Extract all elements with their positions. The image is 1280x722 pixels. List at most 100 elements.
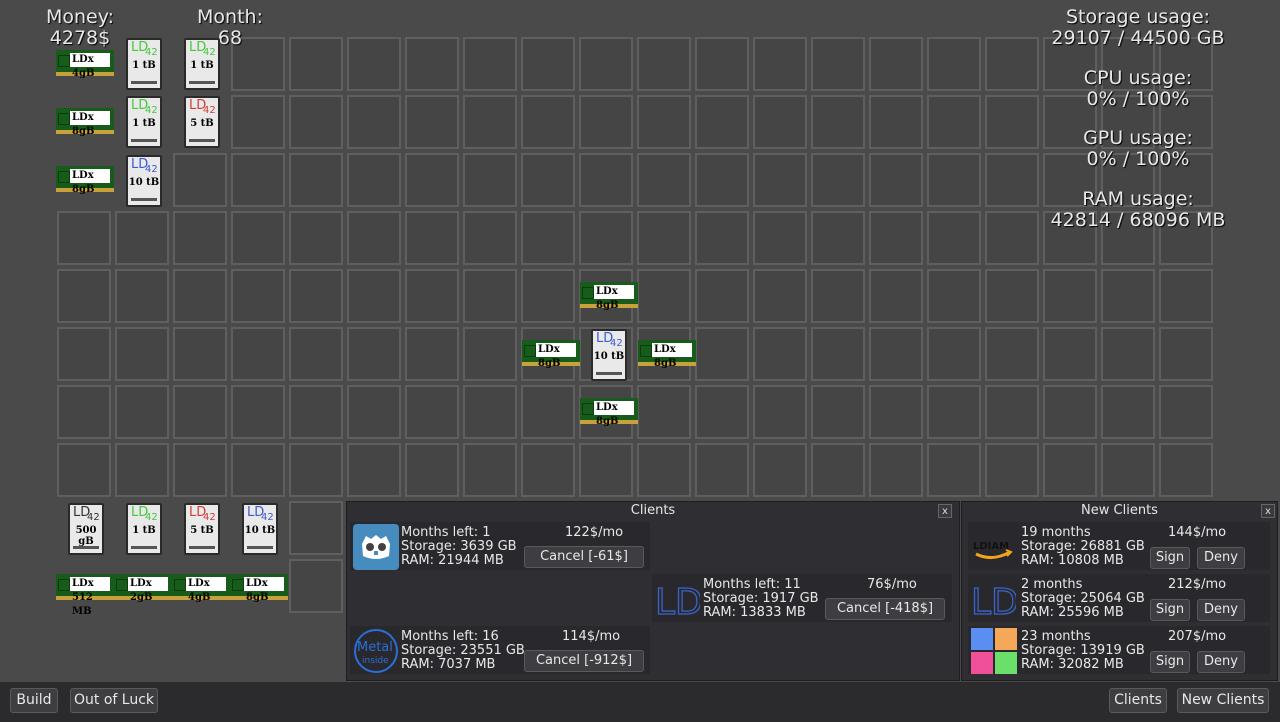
grid-cell[interactable]: [811, 37, 865, 91]
grid-cell[interactable]: [869, 385, 923, 439]
deny-button[interactable]: Deny: [1197, 651, 1245, 673]
grid-cell[interactable]: [927, 211, 981, 265]
grid-cell[interactable]: [695, 153, 749, 207]
grid-cell[interactable]: [753, 211, 807, 265]
shop-ram-8gb[interactable]: LDx 8gB: [230, 574, 288, 603]
deny-button[interactable]: Deny: [1197, 599, 1245, 621]
grid-cell[interactable]: [347, 385, 401, 439]
grid-cell[interactable]: [985, 385, 1039, 439]
out-of-luck-button[interactable]: Out of Luck: [70, 688, 158, 713]
grid-cell[interactable]: [521, 37, 575, 91]
grid-cell[interactable]: [405, 327, 459, 381]
clients-button[interactable]: Clients: [1109, 688, 1167, 713]
grid-cell[interactable]: [405, 269, 459, 323]
grid-cell[interactable]: [869, 37, 923, 91]
grid-cell[interactable]: [985, 269, 1039, 323]
grid-cell[interactable]: [637, 211, 691, 265]
grid-cell[interactable]: [811, 443, 865, 497]
grid-cell[interactable]: [811, 211, 865, 265]
grid-cell[interactable]: [579, 37, 633, 91]
grid-cell[interactable]: [927, 95, 981, 149]
inventory-slot[interactable]: [289, 501, 343, 555]
grid-cell[interactable]: [173, 327, 227, 381]
shop-hdd-5tb[interactable]: LD 42 5 tB: [184, 503, 220, 555]
grid-cell[interactable]: [1101, 443, 1155, 497]
grid-cell[interactable]: [637, 443, 691, 497]
grid-cell[interactable]: [405, 443, 459, 497]
shop-hdd-10tb[interactable]: LD 42 10 tB: [242, 503, 278, 555]
grid-cell[interactable]: [289, 37, 343, 91]
grid-cell[interactable]: [405, 211, 459, 265]
grid-cell[interactable]: [869, 443, 923, 497]
grid-cell[interactable]: [811, 327, 865, 381]
grid-cell[interactable]: [57, 385, 111, 439]
shop-ram-2gb[interactable]: LDx 2gB: [114, 574, 172, 603]
build-button[interactable]: Build: [10, 688, 58, 713]
grid-cell[interactable]: [173, 385, 227, 439]
grid-cell[interactable]: [811, 153, 865, 207]
shop-hdd-500gb[interactable]: LD 42 500 gB: [68, 503, 104, 555]
grid-cell[interactable]: [463, 95, 517, 149]
grid-cell[interactable]: [869, 211, 923, 265]
hdd-1tb[interactable]: LD 42 1 tB: [126, 38, 162, 90]
ram-stick-8gb[interactable]: LDx 8gB: [580, 398, 638, 427]
grid-cell[interactable]: [695, 385, 749, 439]
grid-cell[interactable]: [811, 95, 865, 149]
grid-cell[interactable]: [231, 95, 285, 149]
grid-cell[interactable]: [695, 443, 749, 497]
ram-stick-8gb[interactable]: LDx 8gB: [56, 166, 114, 195]
grid-cell[interactable]: [579, 153, 633, 207]
inventory-slot[interactable]: [289, 559, 343, 613]
grid-cell[interactable]: [289, 385, 343, 439]
grid-cell[interactable]: [231, 443, 285, 497]
grid-cell[interactable]: [927, 443, 981, 497]
grid-cell[interactable]: [1159, 385, 1213, 439]
grid-cell[interactable]: [347, 269, 401, 323]
grid-cell[interactable]: [753, 153, 807, 207]
grid-cell[interactable]: [115, 385, 169, 439]
grid-cell[interactable]: [579, 95, 633, 149]
clients-close-button[interactable]: x: [938, 504, 952, 518]
grid-cell[interactable]: [521, 211, 575, 265]
grid-cell[interactable]: [463, 269, 517, 323]
grid-cell[interactable]: [579, 443, 633, 497]
cancel-contract-button[interactable]: Cancel [-418$]: [825, 598, 945, 620]
grid-cell[interactable]: [115, 211, 169, 265]
grid-cell[interactable]: [289, 443, 343, 497]
grid-cell[interactable]: [57, 443, 111, 497]
grid-cell[interactable]: [173, 269, 227, 323]
ram-stick-8gb[interactable]: LDx 8gB: [56, 108, 114, 137]
shop-hdd-1tb[interactable]: LD 42 1 tB: [126, 503, 162, 555]
grid-cell[interactable]: [985, 95, 1039, 149]
grid-cell[interactable]: [521, 385, 575, 439]
sign-button[interactable]: Sign: [1150, 599, 1190, 621]
grid-cell[interactable]: [695, 269, 749, 323]
grid-cell[interactable]: [521, 443, 575, 497]
grid-cell[interactable]: [521, 95, 575, 149]
grid-cell[interactable]: [985, 37, 1039, 91]
grid-cell[interactable]: [173, 211, 227, 265]
grid-cell[interactable]: [57, 211, 111, 265]
grid-cell[interactable]: [637, 37, 691, 91]
new-clients-close-button[interactable]: x: [1261, 504, 1275, 518]
grid-cell[interactable]: [289, 95, 343, 149]
grid-cell[interactable]: [985, 443, 1039, 497]
grid-cell[interactable]: [695, 211, 749, 265]
grid-cell[interactable]: [405, 95, 459, 149]
grid-cell[interactable]: [927, 269, 981, 323]
grid-cell[interactable]: [115, 443, 169, 497]
grid-cell[interactable]: [927, 153, 981, 207]
grid-cell[interactable]: [637, 95, 691, 149]
grid-cell[interactable]: [115, 327, 169, 381]
grid-cell[interactable]: [753, 327, 807, 381]
grid-cell[interactable]: [57, 269, 111, 323]
grid-cell[interactable]: [463, 327, 517, 381]
sign-button[interactable]: Sign: [1150, 547, 1190, 569]
grid-cell[interactable]: [347, 211, 401, 265]
shop-ram-512mb[interactable]: LDx 512 MB: [56, 574, 114, 617]
new-clients-button[interactable]: New Clients: [1177, 688, 1269, 713]
grid-cell[interactable]: [173, 153, 227, 207]
grid-cell[interactable]: [1101, 269, 1155, 323]
grid-cell[interactable]: [405, 153, 459, 207]
grid-cell[interactable]: [347, 37, 401, 91]
